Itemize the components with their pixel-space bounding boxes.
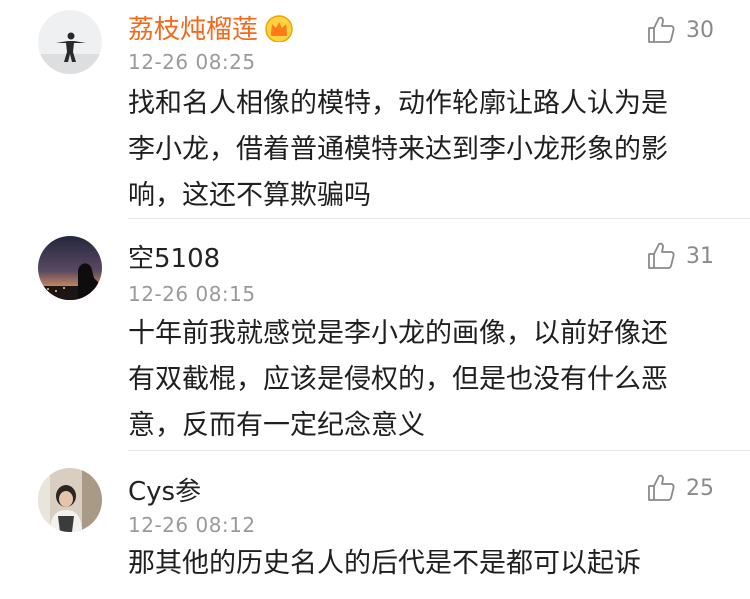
like-button[interactable]: 25 [646, 471, 714, 505]
divider [128, 450, 750, 451]
comment-time: 12-26 08:15 [128, 282, 256, 306]
comment-text-line: 有双截棍，应该是侵权的，但是也没有什么恶 [128, 364, 668, 395]
username[interactable]: Cys参 [128, 477, 201, 507]
username[interactable]: 空5108 [128, 244, 220, 274]
crown-icon [264, 14, 294, 49]
username-text[interactable]: 荔枝炖榴莲 [128, 15, 258, 45]
thumbs-up-icon [648, 242, 675, 269]
like-button[interactable]: 31 [646, 239, 714, 273]
avatar-image [38, 468, 102, 532]
like-count: 30 [686, 17, 714, 43]
avatar[interactable] [38, 236, 102, 300]
divider [128, 218, 750, 219]
username[interactable]: 荔枝炖榴莲 [128, 14, 294, 49]
avatar-image [38, 10, 102, 74]
comment-text-line: 李小龙，借着普通模特来达到李小龙形象的影 [128, 134, 668, 165]
comment-text-line: 响，这还不算欺骗吗 [128, 180, 371, 211]
like-count: 31 [686, 243, 714, 269]
like-count: 25 [686, 475, 714, 501]
comment-text: 找和名人相像的模特，动作轮廓让路人认为是 李小龙，借着普通模特来达到李小龙形象的… [128, 81, 718, 219]
avatar[interactable] [38, 10, 102, 74]
comment-text-line: 十年前我就感觉是李小龙的画像，以前好像还 [128, 318, 668, 349]
comment-text: 十年前我就感觉是李小龙的画像，以前好像还 有双截棍，应该是侵权的，但是也没有什么… [128, 311, 718, 449]
comment-time: 12-26 08:12 [128, 513, 256, 537]
avatar[interactable] [38, 468, 102, 532]
comment-text: 那其他的历史名人的后代是不是都可以起诉 [128, 541, 718, 587]
like-button[interactable]: 30 [646, 13, 714, 47]
avatar-image [38, 236, 102, 300]
thumbs-up-icon [648, 16, 675, 43]
thumbs-up-icon [648, 474, 675, 501]
comment-text-line: 找和名人相像的模特，动作轮廓让路人认为是 [128, 88, 668, 119]
comment-time: 12-26 08:25 [128, 50, 256, 74]
comment-text-line: 意，反而有一定纪念意义 [128, 410, 425, 441]
comment-text-line: 那其他的历史名人的后代是不是都可以起诉 [128, 548, 641, 579]
